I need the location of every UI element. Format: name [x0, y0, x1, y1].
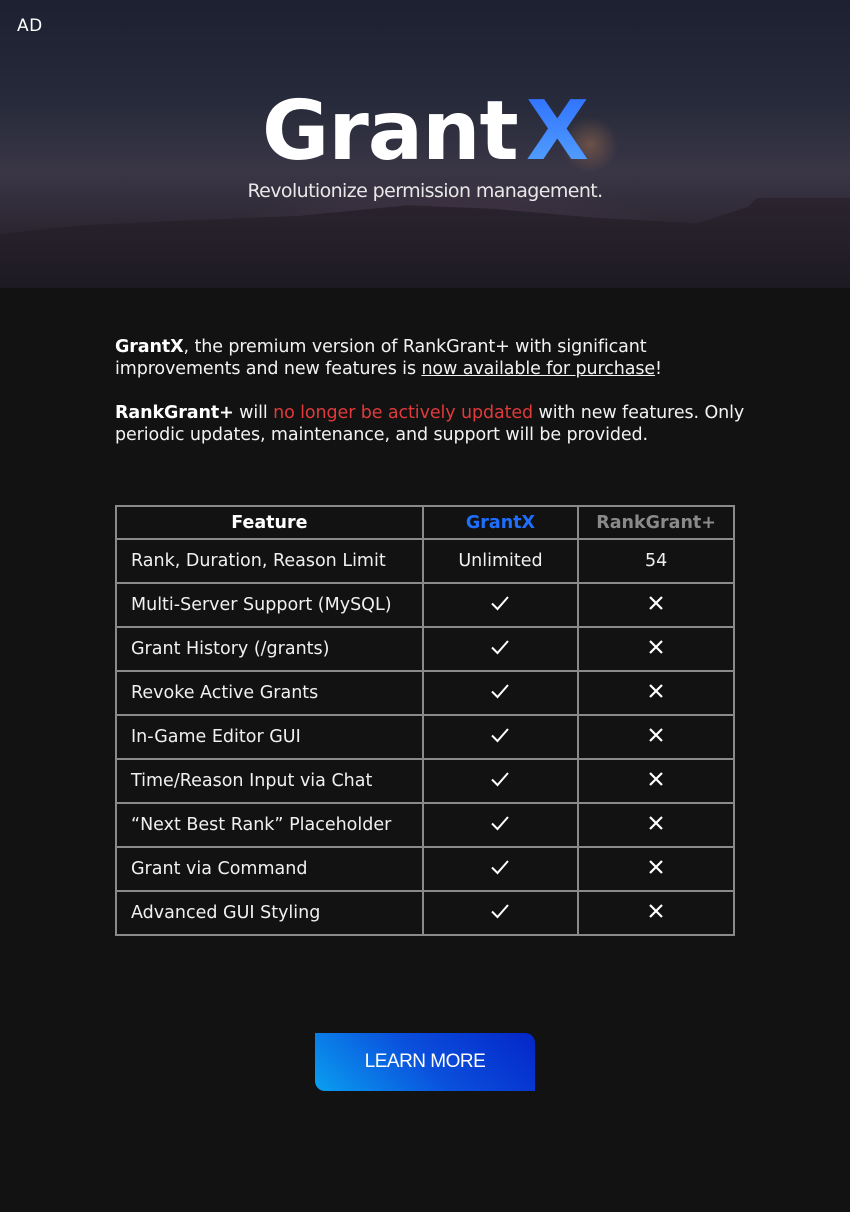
header-grantx: GrantX — [421, 505, 580, 540]
legacy-product-name: RankGrant+ — [115, 403, 234, 423]
table-header-row: Feature GrantX RankGrant+ — [115, 505, 735, 540]
purchase-link[interactable]: now available for purchase — [421, 359, 655, 379]
table-row: Rank, Duration, Reason Limit Unlimited 54 — [115, 538, 735, 584]
feature-cell: Advanced GUI Styling — [115, 890, 424, 936]
rankgrant-cell — [577, 582, 735, 628]
announcement-end: ! — [655, 359, 662, 379]
feature-cell: Grant History (/grants) — [115, 626, 424, 672]
feature-cell: In-Game Editor GUI — [115, 714, 424, 760]
logo-accent: X — [525, 84, 589, 179]
feature-cell: “Next Best Rank” Placeholder — [115, 802, 424, 848]
table-row: Advanced GUI Styling — [115, 890, 735, 936]
check-icon — [490, 903, 510, 924]
check-icon — [490, 595, 510, 616]
feature-cell: Rank, Duration, Reason Limit — [115, 538, 424, 584]
rankgrant-value: 54 — [577, 538, 735, 584]
deprecation-text: will — [233, 403, 274, 423]
rankgrant-cell — [577, 714, 735, 760]
grantx-value: Unlimited — [421, 538, 580, 584]
check-icon — [490, 771, 510, 792]
tagline: Revolutionize permission management. — [247, 180, 603, 202]
grantx-cell — [421, 890, 580, 936]
cross-icon — [648, 815, 664, 836]
rankgrant-cell — [577, 758, 735, 804]
check-icon — [490, 639, 510, 660]
header-rankgrant: RankGrant+ — [577, 505, 735, 540]
table-row: Multi-Server Support (MySQL) — [115, 582, 735, 628]
grantx-cell — [421, 758, 580, 804]
grantx-cell — [421, 582, 580, 628]
hero-banner: AD GrantX Revolutionize permission manag… — [0, 0, 850, 288]
check-icon — [490, 683, 510, 704]
grantx-cell — [421, 846, 580, 892]
header-feature: Feature — [115, 505, 424, 540]
cross-icon — [648, 683, 664, 704]
table-row: In-Game Editor GUI — [115, 714, 735, 760]
check-icon — [490, 859, 510, 880]
check-icon — [490, 815, 510, 836]
hero-background-landscape — [0, 198, 850, 288]
table-row: Time/Reason Input via Chat — [115, 758, 735, 804]
cross-icon — [648, 639, 664, 660]
grantx-cell — [421, 670, 580, 716]
rankgrant-cell — [577, 890, 735, 936]
logo-text: Grant — [262, 84, 519, 179]
rankgrant-cell — [577, 626, 735, 672]
feature-cell: Revoke Active Grants — [115, 670, 424, 716]
cross-icon — [648, 727, 664, 748]
announcement-paragraph: GrantX, the premium version of RankGrant… — [115, 336, 755, 380]
check-icon — [490, 727, 510, 748]
grantx-cell — [421, 714, 580, 760]
cross-icon — [648, 595, 664, 616]
intro-text: GrantX, the premium version of RankGrant… — [115, 336, 755, 468]
table-row: Revoke Active Grants — [115, 670, 735, 716]
cross-icon — [648, 771, 664, 792]
table-row: Grant via Command — [115, 846, 735, 892]
feature-cell: Multi-Server Support (MySQL) — [115, 582, 424, 628]
cross-icon — [648, 859, 664, 880]
rankgrant-cell — [577, 846, 735, 892]
comparison-table: Feature GrantX RankGrant+ Rank, Duration… — [115, 505, 735, 936]
cross-icon — [648, 903, 664, 924]
deprecation-paragraph: RankGrant+ will no longer be actively up… — [115, 402, 755, 446]
product-name: GrantX — [115, 337, 184, 357]
feature-cell: Time/Reason Input via Chat — [115, 758, 424, 804]
learn-more-button[interactable]: LEARN MORE — [315, 1033, 535, 1091]
table-row: Grant History (/grants) — [115, 626, 735, 672]
rankgrant-cell — [577, 670, 735, 716]
table-row: “Next Best Rank” Placeholder — [115, 802, 735, 848]
feature-cell: Grant via Command — [115, 846, 424, 892]
grantx-cell — [421, 802, 580, 848]
grantx-cell — [421, 626, 580, 672]
ad-label: AD — [17, 16, 43, 36]
deprecation-warning: no longer be actively updated — [273, 403, 534, 423]
rankgrant-cell — [577, 802, 735, 848]
product-logo: GrantX — [0, 82, 850, 182]
